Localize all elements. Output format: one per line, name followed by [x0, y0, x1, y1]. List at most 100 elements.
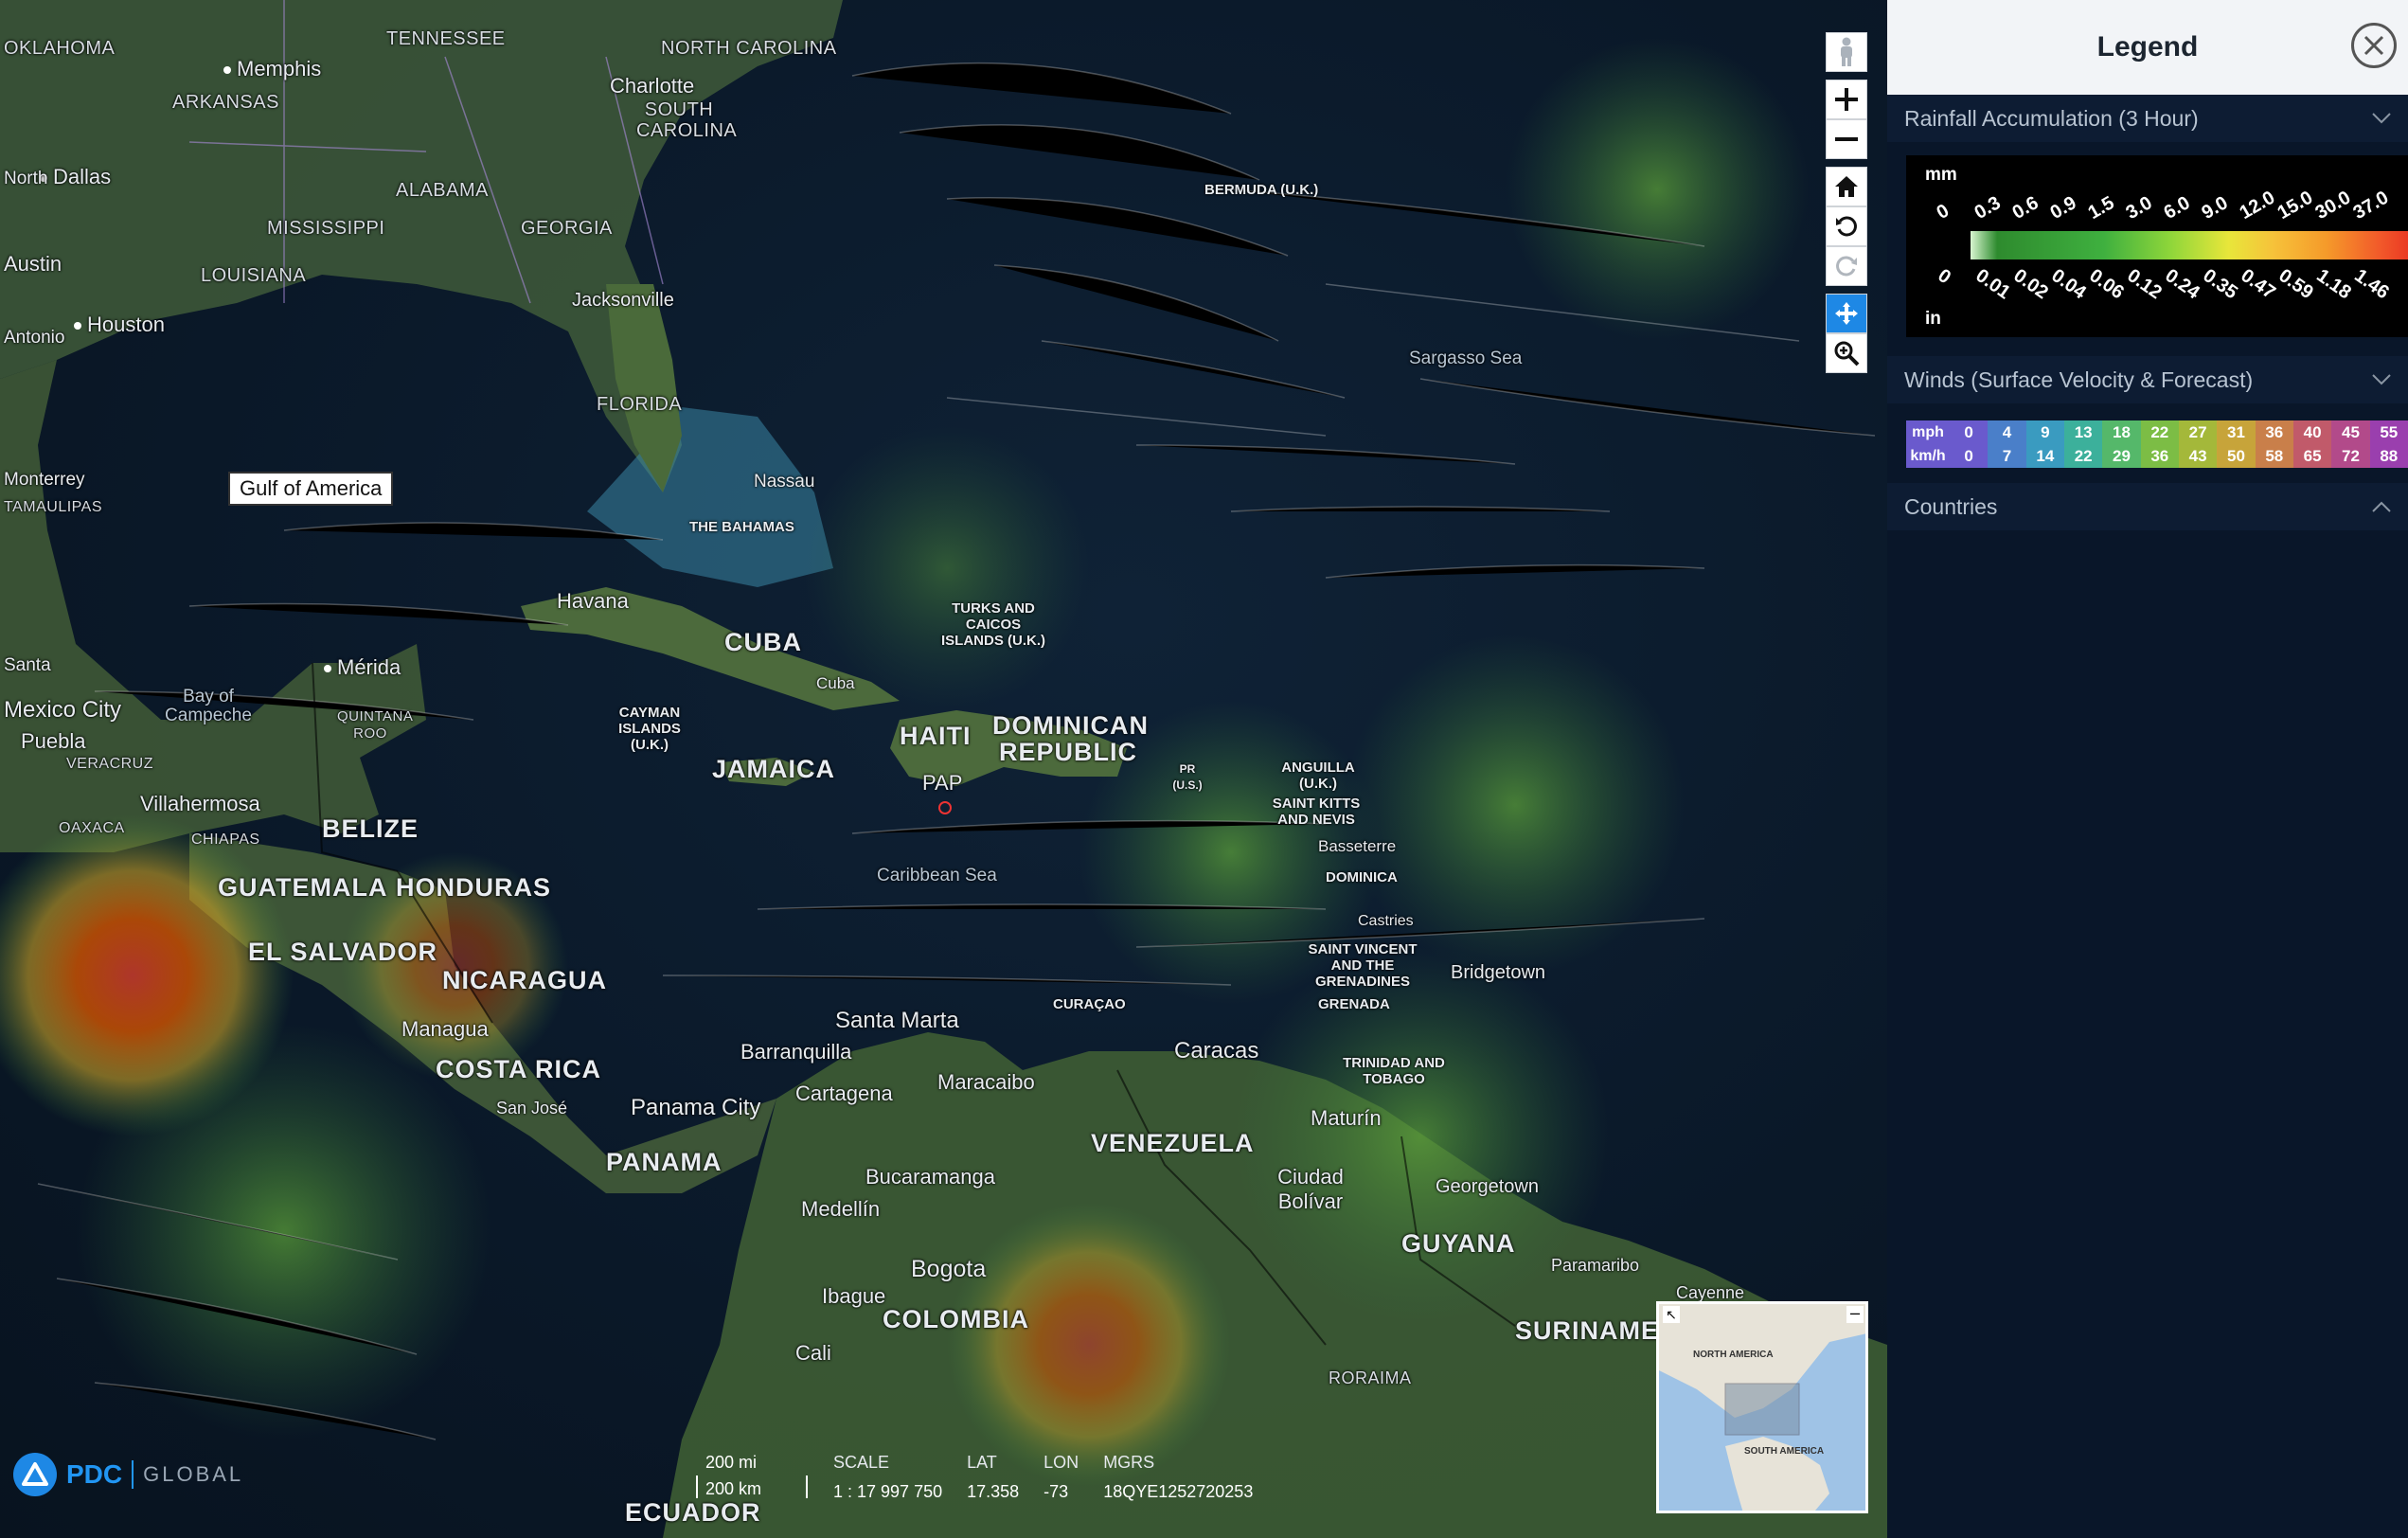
rainfall-in-tick: 0.59: [2274, 265, 2317, 304]
city-caracas: Caracas: [1174, 1038, 1259, 1064]
wind-kmh-cell: 0: [1950, 444, 1989, 468]
city-cartagena: Cartagena: [795, 1082, 893, 1105]
city-cali: Cali: [795, 1341, 831, 1365]
pan-icon[interactable]: [1826, 294, 1867, 333]
label-south-carolina: SOUTH CAROLINA: [636, 99, 738, 141]
wind-mph-cell: 31: [2217, 420, 2256, 444]
label-venezuela: VENEZUELA: [1091, 1129, 1255, 1157]
label-haiti: HAITI: [900, 722, 972, 750]
label-curacao: CURAÇAO: [1053, 996, 1126, 1012]
label-cayman-islands: CAYMAN ISLANDS (U.K.): [618, 705, 681, 753]
map-controls: [1826, 32, 1867, 373]
city-santa: Santa: [4, 655, 51, 675]
label-belize: BELIZE: [322, 814, 419, 843]
countries-section-header[interactable]: Countries: [1887, 483, 2408, 530]
label-panama: PANAMA: [606, 1148, 722, 1176]
label-el-salvador: EL SALVADOR: [248, 938, 438, 966]
city-maturin: Maturín: [1311, 1106, 1382, 1130]
label-suriname: SURINAME: [1515, 1316, 1660, 1345]
map-view[interactable]: Gulf of America CUBA HAITI DOMINICAN REP…: [0, 0, 1887, 1538]
wind-kmh-cell: 65: [2292, 444, 2332, 468]
rainfall-mm-tick: 1.5: [2084, 192, 2118, 224]
label-honduras: HONDURAS: [396, 873, 552, 902]
rainfall-in-tick: 0.35: [2199, 265, 2241, 304]
label-quintana-roo: QUINTANA ROO: [337, 708, 414, 742]
rainfall-mm-tick: 12.0: [2236, 187, 2279, 224]
zoom-box-icon[interactable]: [1826, 333, 1867, 373]
label-caribbean-sea: Caribbean Sea: [877, 866, 997, 885]
label-jamaica: JAMAICA: [712, 755, 836, 783]
label-bermuda: BERMUDA (U.K.): [1204, 182, 1319, 198]
minimap-collapse-icon[interactable]: –: [1846, 1304, 1864, 1323]
rainfall-in-tick: 0.01: [1971, 265, 2014, 304]
zoom-out-icon[interactable]: [1826, 119, 1867, 159]
wind-kmh-cell: 50: [2217, 444, 2256, 468]
rainfall-in-tick: 0.02: [2009, 265, 2052, 304]
wind-row-kmh: km/h 0 7 14 22 29 36 43 50 58 65 72 88: [1906, 444, 2408, 468]
wind-mph-cell: 0: [1950, 420, 1989, 444]
city-san-jose: San José: [496, 1099, 568, 1118]
scale-km: 200 km: [705, 1479, 762, 1498]
legend-title: Legend: [2096, 31, 2199, 63]
label-alabama: ALABAMA: [396, 180, 489, 201]
rainfall-mm-tick: 0.3: [1971, 192, 2005, 224]
label-tamaulipas: TAMAULIPAS: [4, 499, 102, 515]
label-the-bahamas: THE BAHAMAS: [689, 519, 794, 535]
label-puerto-rico: PR (U.S.): [1172, 762, 1203, 792]
rainfall-in-tick: 0.12: [2123, 265, 2166, 304]
rotate-right-icon[interactable]: [1826, 246, 1867, 286]
label-nicaragua: NICARAGUA: [442, 966, 607, 994]
wind-mph-cell: 9: [2025, 420, 2064, 444]
city-ciudad-bolivar: Ciudad Bolívar: [1277, 1165, 1344, 1213]
pegman-icon[interactable]: [1826, 32, 1867, 72]
rainfall-section-header[interactable]: Rainfall Accumulation (3 Hour): [1887, 95, 2408, 142]
city-barranquilla: Barranquilla: [740, 1040, 852, 1064]
wind-kmh-cell: 72: [2331, 444, 2370, 468]
mgrs-header: MGRS: [1103, 1453, 1155, 1472]
city-managua: Managua: [401, 1017, 489, 1041]
rainfall-mm-tick: 0.9: [2046, 192, 2080, 224]
winds-section-header[interactable]: Winds (Surface Velocity & Forecast): [1887, 356, 2408, 403]
city-mexico-city: Mexico City: [4, 697, 122, 723]
label-trinidad-and-tobago: TRINIDAD AND TOBAGO: [1343, 1055, 1445, 1087]
minimap-expand-icon[interactable]: ↖: [1663, 1306, 1680, 1323]
rainfall-mm-tick: 15.0: [2274, 187, 2317, 224]
pdc-brand: PDC: [66, 1459, 123, 1489]
wind-row-mph: mph 0 4 9 13 18 22 27 31 36 40 45 55: [1906, 420, 2408, 444]
label-dominica: DOMINICA: [1326, 869, 1398, 885]
city-antonio: Antonio: [4, 328, 65, 348]
city-merida: Mérida: [324, 655, 401, 680]
wind-mph-label: mph: [1912, 423, 1944, 440]
city-bogota: Bogota: [911, 1256, 987, 1282]
wind-mph-cell: 18: [2102, 420, 2141, 444]
label-ecuador: ECUADOR: [625, 1498, 761, 1527]
close-icon[interactable]: [2351, 23, 2397, 68]
wind-mph-cell: 4: [1988, 420, 2026, 444]
overview-minimap[interactable]: NORTH AMERICA SOUTH AMERICA ↖ –: [1656, 1301, 1868, 1513]
label-colombia: COLOMBIA: [883, 1305, 1029, 1333]
label-sargasso-sea: Sargasso Sea: [1409, 349, 1523, 368]
rainfall-in-tick: 0.24: [2161, 265, 2203, 304]
rainfall-unit-in: in: [1925, 309, 1941, 329]
rotate-left-icon[interactable]: [1826, 206, 1867, 246]
city-memphis: Memphis: [223, 57, 321, 81]
label-oklahoma: OKLAHOMA: [4, 38, 116, 59]
lat-value: 17.358: [967, 1482, 1020, 1501]
city-jacksonville: Jacksonville: [572, 290, 674, 311]
wind-mph-cell: 36: [2255, 420, 2293, 444]
home-icon[interactable]: [1826, 167, 1867, 206]
chevron-down-icon: [2372, 374, 2391, 385]
label-georgia: GEORGIA: [521, 218, 613, 239]
city-north: North: [4, 169, 48, 188]
rainfall-mm-tick: 30.0: [2311, 187, 2355, 224]
wind-kmh-cell: 7: [1988, 444, 2026, 468]
lat-header: LAT: [967, 1453, 997, 1472]
wind-kmh-cell: 43: [2178, 444, 2218, 468]
label-cuba: CUBA: [724, 628, 802, 656]
label-roraima: RORAIMA: [1329, 1368, 1412, 1387]
winds-section-title: Winds (Surface Velocity & Forecast): [1904, 367, 2254, 392]
scale-bar: 200 mi 200 km: [696, 1453, 810, 1500]
label-bay-of-campeche: Bay of Campeche: [165, 687, 252, 725]
city-charlotte: Charlotte: [610, 74, 695, 98]
zoom-in-icon[interactable]: [1826, 80, 1867, 119]
